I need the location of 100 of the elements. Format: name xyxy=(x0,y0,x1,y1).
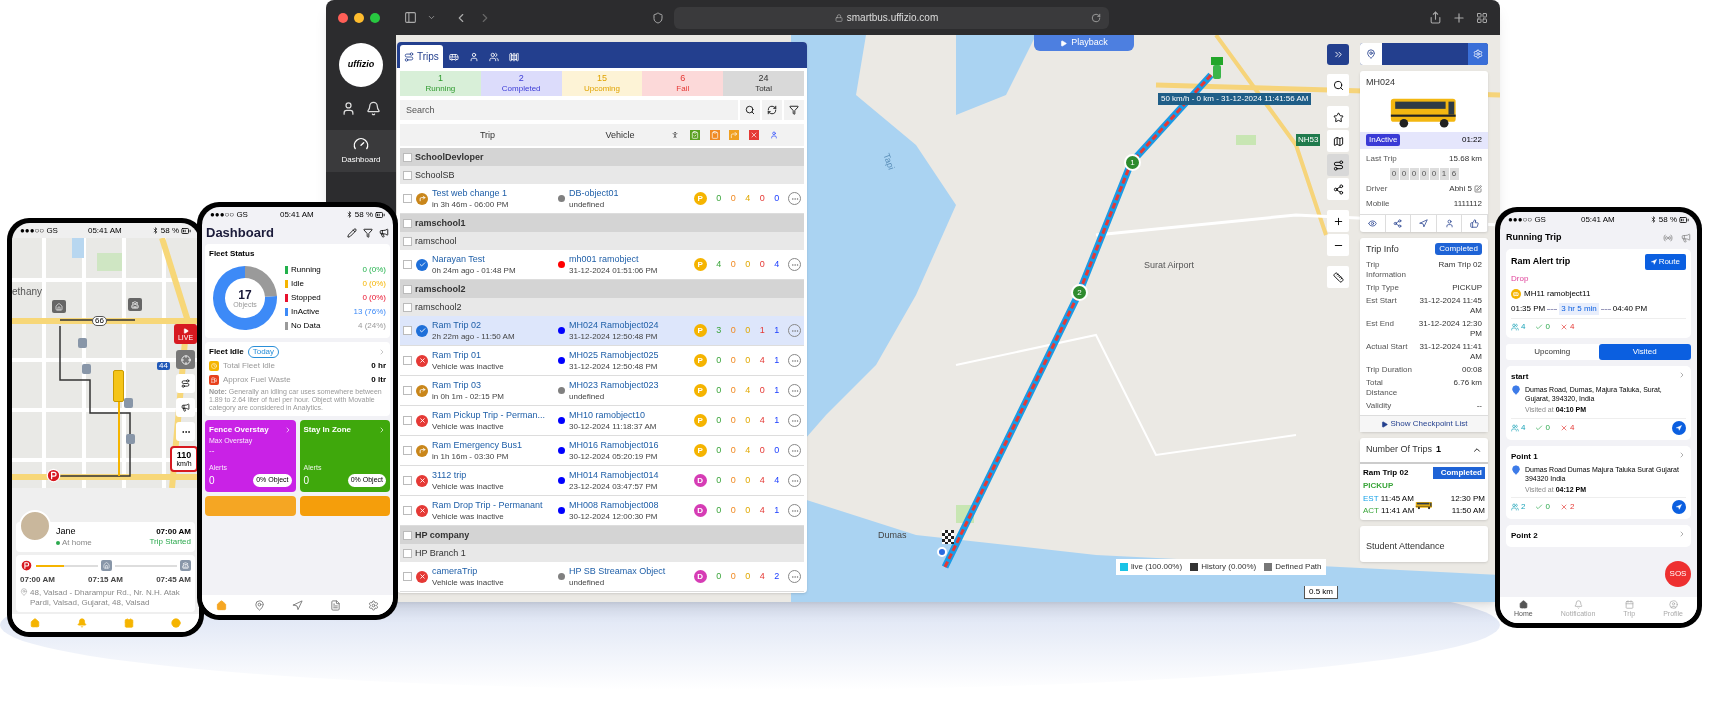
bell-icon[interactable] xyxy=(366,101,381,116)
sidebar-icon[interactable] xyxy=(404,11,417,24)
checkbox[interactable] xyxy=(403,386,412,396)
navigation-icon[interactable] xyxy=(291,599,303,611)
checkpoint-list-link[interactable]: Show Checkpoint List xyxy=(1360,415,1488,432)
subgroup-row[interactable]: HP Branch 1 xyxy=(400,544,804,563)
checkbox[interactable] xyxy=(403,236,412,246)
trip-name[interactable]: Ram Drop Trip - Permanant xyxy=(432,498,554,511)
checkbox[interactable] xyxy=(403,260,412,270)
zoom-in-icon[interactable] xyxy=(1327,210,1349,232)
megaphone-icon[interactable] xyxy=(379,228,389,238)
new-tab-icon[interactable] xyxy=(1452,10,1466,25)
trip-row[interactable]: Ram Trip 02 2h 22m ago - 11:50 AM MH024 Ramobject024 31-12-2024 12:50:48 PM P 3 0 0 1 1 xyxy=(400,316,804,347)
vehicle-name[interactable]: MH023 Ramobject023 xyxy=(569,378,685,391)
subgroup-row[interactable]: ramschool2 xyxy=(400,298,804,317)
tab[interactable]: Visited xyxy=(1598,344,1691,360)
search-field[interactable]: Search xyxy=(400,100,738,121)
trip-name[interactable]: Ram Trip 02 xyxy=(432,318,554,331)
vehicle-name[interactable]: MH014 Ramobject014 xyxy=(569,468,685,481)
calendar-icon[interactable] xyxy=(123,618,134,628)
checkbox[interactable] xyxy=(403,506,412,516)
tab[interactable]: Upcoming xyxy=(1506,344,1599,360)
vehicle-name[interactable]: MH10 ramobject10 xyxy=(569,408,685,421)
settings-icon[interactable] xyxy=(368,599,380,611)
group-row[interactable]: ramschool2 xyxy=(400,280,804,299)
refresh-button[interactable] xyxy=(762,100,782,121)
checkbox[interactable] xyxy=(403,446,412,456)
map-pin-icon[interactable] xyxy=(253,599,265,611)
subgroup-row[interactable]: SchoolSB xyxy=(400,166,804,185)
tile-card[interactable] xyxy=(299,496,390,516)
checkbox[interactable] xyxy=(403,572,412,582)
home-icon[interactable] xyxy=(30,618,41,628)
address-bar[interactable]: smartbus.uffizio.com xyxy=(674,6,1109,29)
tile-card[interactable] xyxy=(205,496,296,516)
checkbox[interactable] xyxy=(403,356,412,366)
trip-name[interactable]: Narayan Test xyxy=(432,252,554,265)
checkbox[interactable] xyxy=(403,218,412,228)
trip-name[interactable]: 3112 trip xyxy=(432,468,554,481)
checkbox[interactable] xyxy=(403,476,412,486)
chevron-down-icon[interactable] xyxy=(427,13,436,22)
user-icon[interactable] xyxy=(170,618,181,628)
checkbox[interactable] xyxy=(403,170,412,180)
checkpoint-card[interactable]: Point 2 xyxy=(1506,525,1691,547)
checkbox[interactable] xyxy=(403,302,412,312)
share-icon[interactable] xyxy=(1429,11,1442,24)
locate-button[interactable] xyxy=(176,350,195,369)
vehicle-name[interactable]: MH016 Ramobject016 xyxy=(569,438,685,451)
profile-icon[interactable] xyxy=(341,101,356,116)
reload-icon[interactable] xyxy=(1091,12,1101,23)
vehicle-name[interactable]: MH024 Ramobject024 xyxy=(569,318,685,331)
vehicle-name[interactable]: HP SB Streamax Object xyxy=(569,564,685,577)
playback-tab[interactable]: Playback xyxy=(1034,35,1134,51)
navigate-button[interactable] xyxy=(1672,420,1686,435)
edit-icon[interactable] xyxy=(347,228,357,238)
filter-button[interactable] xyxy=(784,100,804,121)
collapse-button[interactable] xyxy=(1327,44,1349,65)
trip-name[interactable]: Ram Trip 03 xyxy=(432,378,554,391)
rfid-icon[interactable] xyxy=(1663,233,1673,243)
group-row[interactable]: ramschool1 xyxy=(400,214,804,233)
route-icon[interactable] xyxy=(1327,154,1349,176)
location-tab[interactable] xyxy=(1360,43,1382,65)
checkbox[interactable] xyxy=(403,152,412,162)
checkbox[interactable] xyxy=(403,284,412,294)
home-icon[interactable] xyxy=(215,599,227,611)
map-icon[interactable] xyxy=(1327,130,1349,152)
ruler-icon[interactable] xyxy=(1327,266,1349,288)
subgroup-row[interactable]: ramschool xyxy=(400,232,804,251)
sidebar-item[interactable]: Dashboard xyxy=(326,130,396,172)
search-icon[interactable] xyxy=(1327,74,1349,96)
route-button[interactable]: Route xyxy=(1644,254,1686,270)
checkbox[interactable] xyxy=(403,416,412,426)
vehicle-name[interactable]: MH008 Ramobject008 xyxy=(569,498,685,511)
expand-toggle[interactable] xyxy=(1472,445,1482,455)
more-button[interactable] xyxy=(176,422,195,441)
trip-name[interactable]: cameraTrip xyxy=(432,564,554,577)
search-button[interactable] xyxy=(740,100,760,121)
tab[interactable]: Trips xyxy=(400,45,443,68)
tabs-grid-icon[interactable] xyxy=(1476,11,1488,24)
settings-button[interactable] xyxy=(1468,43,1488,65)
checkbox[interactable] xyxy=(403,530,412,540)
trip-name[interactable]: Ram Pickup Trip - Perman... xyxy=(432,408,554,421)
route-button[interactable] xyxy=(176,374,195,393)
vehicle-name[interactable]: mh001 ramobject xyxy=(569,252,685,265)
checkbox[interactable] xyxy=(403,194,412,204)
trip-name[interactable]: Ram Emergency Bus1 xyxy=(432,438,554,451)
edit-icon[interactable] xyxy=(1474,184,1482,193)
navigate-button[interactable] xyxy=(1672,500,1686,514)
filter-icon[interactable] xyxy=(363,228,373,238)
group-row[interactable]: SchoolDevloper xyxy=(400,148,804,167)
trip-name[interactable]: Test web change 1 xyxy=(432,186,554,199)
checkbox[interactable] xyxy=(403,326,412,336)
share-icon[interactable] xyxy=(1327,178,1349,200)
vehicle-name[interactable]: DB-object01 xyxy=(569,186,685,199)
trip-name[interactable]: Ram Trip 01 xyxy=(432,348,554,361)
announce-button[interactable] xyxy=(176,398,195,417)
chevron-right-icon[interactable] xyxy=(378,348,386,356)
checkbox[interactable] xyxy=(403,548,412,558)
report-icon[interactable] xyxy=(330,599,342,611)
sos-button[interactable]: SOS xyxy=(1665,561,1691,587)
group-row[interactable]: HP company xyxy=(400,526,804,545)
